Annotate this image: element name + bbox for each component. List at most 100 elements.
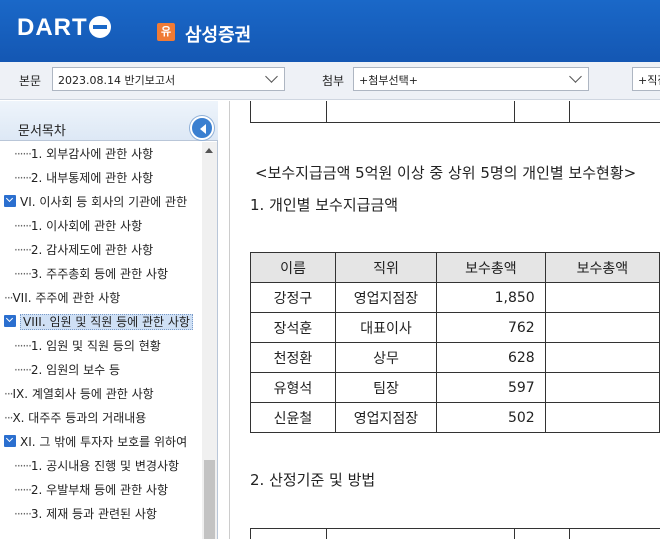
toc-item-label: 1. 이사회에 관한 사항: [30, 219, 143, 233]
attach-select-value: +첨부선택+: [359, 74, 418, 87]
main-doc-select[interactable]: 2023.08.14 반기보고서: [52, 67, 285, 91]
table-row: 강정구 영업지점장 1,850: [250, 282, 660, 313]
toc-item-label: 1. 외부감사에 관한 사항: [30, 147, 154, 161]
amount-cell: 1,850: [435, 282, 546, 313]
col-header-total-pay-2: 보수총액: [544, 252, 660, 283]
toc-item-label: IX. 계열회사 등에 관한 사항: [12, 387, 154, 401]
tree-connector: ······: [14, 483, 32, 497]
toc-item[interactable]: ···X. 대주주 등과의 거래내용: [4, 407, 146, 429]
section-title: <보수지급금액 5억원 이상 중 상위 5명의 개인별 보수현황>: [255, 164, 637, 182]
toc-item-label: 2. 우발부채 등에 관한 사항: [30, 483, 168, 497]
col-header-total-pay: 보수총액: [435, 252, 546, 283]
name-cell: 신윤철: [250, 402, 336, 433]
toc-item-label: 1. 임원 및 직원 등의 현황: [30, 339, 161, 353]
company-name: 삼성증권: [185, 25, 252, 46]
scroll-thumb[interactable]: [204, 460, 215, 539]
main-doc-label: 본문: [19, 74, 42, 88]
toc-item[interactable]: ······2. 임원의 보수 등: [14, 359, 120, 381]
toc-item[interactable]: ······1. 공시내용 진행 및 변경사항: [14, 455, 179, 477]
tree-connector: ······: [14, 363, 32, 377]
table-row: 장석훈 대표이사 762: [250, 312, 660, 343]
collapse-sidebar-button[interactable]: [190, 116, 214, 140]
scroll-up-arrow-icon[interactable]: [205, 148, 213, 153]
toc-item[interactable]: ······1. 임원 및 직원 등의 현황: [14, 335, 161, 357]
toc-item[interactable]: ······3. 제재 등과 관련된 사항: [14, 503, 157, 525]
table-row: 신윤철 영업지점장 502: [250, 402, 660, 433]
toc-item[interactable]: ······3. 주주총회 등에 관한 사항: [14, 263, 168, 285]
app-header: DART 유 삼성증권: [0, 0, 660, 62]
tree-connector: ······: [14, 339, 32, 353]
amount-cell: 762: [435, 312, 546, 343]
col-header-name: 이름: [250, 252, 336, 283]
expand-toggle-icon[interactable]: [4, 195, 16, 207]
position-cell: 대표이사: [334, 312, 437, 343]
toc-item-label: 2. 내부통제에 관한 사항: [30, 171, 154, 185]
toc-item[interactable]: ···IX. 계열회사 등에 관한 사항: [4, 383, 154, 405]
toc-sidebar: 문서목차 ······1. 외부감사에 관한 사항 ······2. 내부통제에 …: [0, 101, 218, 539]
tree-connector: ······: [14, 147, 32, 161]
name-cell: 천정환: [250, 342, 336, 373]
chevron-down-icon: [569, 70, 582, 83]
table-row: 천정환 상무 628: [250, 342, 660, 373]
toc-item-label: 2. 임원의 보수 등: [30, 363, 121, 377]
amount-cell: 502: [435, 402, 546, 433]
toc-item[interactable]: VI. 이사회 등 회사의 기관에 관한: [4, 191, 187, 213]
table-row: 유형석 팀장 597: [250, 372, 660, 403]
position-cell: 팀장: [334, 372, 437, 403]
dart-logo[interactable]: DART: [17, 14, 111, 42]
name-cell: 강정구: [250, 282, 336, 313]
position-cell: 상무: [334, 342, 437, 373]
amount-extra-cell: [544, 282, 660, 313]
direct-select[interactable]: +직접: [632, 67, 660, 91]
toc-item[interactable]: ······2. 감사제도에 관한 사항: [14, 239, 153, 261]
toc-title: 문서목차: [18, 124, 66, 139]
toc-item[interactable]: VIII. 임원 및 직원 등에 관한 사항: [4, 311, 193, 333]
toc-tree: ······1. 외부감사에 관한 사항 ······2. 내부통제에 관한 사항…: [0, 142, 201, 539]
toc-item-label: XI. 그 밖에 투자자 보호를 위하여: [20, 435, 188, 449]
amount-extra-cell: [544, 402, 660, 433]
tree-connector: ······: [14, 507, 32, 521]
toc-item-label: X. 대주주 등과의 거래내용: [12, 411, 147, 425]
position-cell: 영업지점장: [334, 282, 437, 313]
toc-item-label: 1. 공시내용 진행 및 변경사항: [30, 459, 180, 473]
toc-scrollbar[interactable]: [202, 142, 217, 539]
toc-item[interactable]: XI. 그 밖에 투자자 보호를 위하여: [4, 431, 187, 453]
toc-item-label: 2. 감사제도에 관한 사항: [30, 243, 154, 257]
tree-connector: ······: [14, 243, 32, 257]
position-cell: 영업지점장: [334, 402, 437, 433]
toc-item-label: VII. 주주에 관한 사항: [12, 291, 121, 305]
toc-item[interactable]: ······2. 우발부채 등에 관한 사항: [14, 479, 168, 501]
main-doc-select-value: 2023.08.14 반기보고서: [58, 74, 176, 87]
tree-connector: ······: [14, 267, 32, 281]
document-content: <보수지급금액 5억원 이상 중 상위 5명의 개인별 보수현황> 1. 개인별…: [229, 101, 660, 539]
amount-extra-cell: [544, 312, 660, 343]
heading-calculation-basis: 2. 산정기준 및 방법: [250, 471, 376, 489]
direct-select-value: +직접: [638, 74, 660, 87]
expand-toggle-icon[interactable]: [4, 435, 16, 447]
heading-individual-pay: 1. 개인별 보수지급금액: [250, 196, 399, 214]
logo-circle-icon: [88, 16, 111, 38]
tree-connector: ······: [14, 171, 32, 185]
toc-item[interactable]: ······1. 이사회에 관한 사항: [14, 215, 142, 237]
chevron-down-icon: [265, 70, 278, 83]
toolbar: 본문 2023.08.14 반기보고서 첨부 +첨부선택+ +직접: [0, 62, 660, 100]
tree-connector: ······: [14, 459, 32, 473]
toc-item-label: VIII. 임원 및 직원 등에 관한 사항: [20, 314, 193, 330]
amount-extra-cell: [544, 342, 660, 373]
name-cell: 유형석: [250, 372, 336, 403]
toc-item-label: 3. 주주총회 등에 관한 사항: [30, 267, 168, 281]
toc-item[interactable]: ······2. 내부통제에 관한 사항: [14, 167, 153, 189]
toc-item-label: 3. 제재 등과 관련된 사항: [30, 507, 157, 521]
amount-extra-cell: [544, 372, 660, 403]
toc-item[interactable]: ······1. 외부감사에 관한 사항: [14, 143, 153, 165]
toc-item-label: VI. 이사회 등 회사의 기관에 관한: [20, 195, 188, 209]
attach-label: 첨부: [322, 74, 345, 88]
toc-item[interactable]: ···VII. 주주에 관한 사항: [4, 287, 120, 309]
expand-toggle-icon[interactable]: [4, 315, 16, 327]
tree-connector: ······: [14, 219, 32, 233]
attach-select[interactable]: +첨부선택+: [353, 67, 589, 91]
col-header-position: 직위: [334, 252, 437, 283]
next-table-fragment: [250, 528, 660, 539]
pay-table-header-row: 이름 직위 보수총액 보수총액: [250, 252, 660, 283]
amount-cell: 597: [435, 372, 546, 403]
